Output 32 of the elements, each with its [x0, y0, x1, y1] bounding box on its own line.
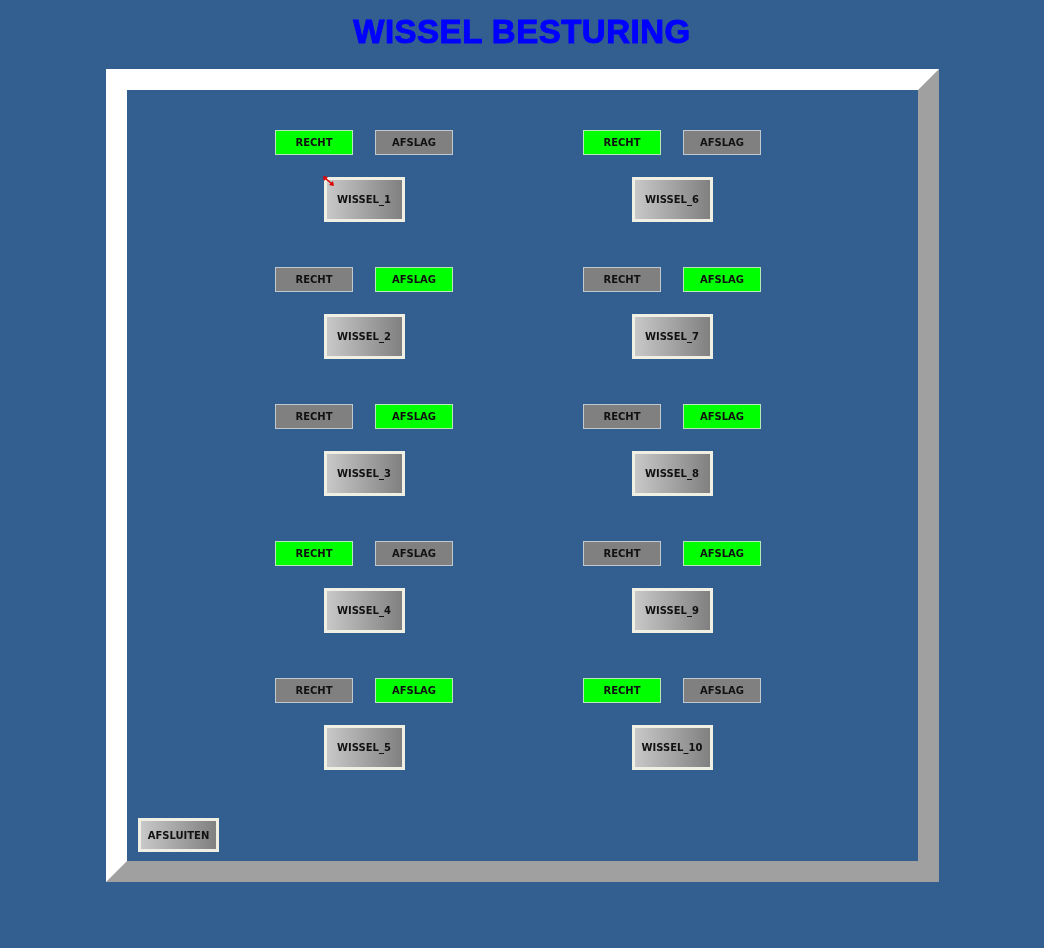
status-indicator: RECHT [275, 541, 353, 566]
status-indicator: AFSLAG [375, 130, 453, 155]
switch-button[interactable]: WISSEL_10 [631, 725, 713, 770]
status-indicator: AFSLAG [683, 130, 761, 155]
status-indicator: AFSLAG [375, 267, 453, 292]
page-title: WISSEL BESTURING [353, 12, 691, 52]
switch-button[interactable]: WISSEL_7 [631, 314, 713, 359]
status-indicator: RECHT [275, 678, 353, 703]
status-indicator: RECHT [583, 541, 661, 566]
switch-button[interactable]: WISSEL_2 [323, 314, 405, 359]
switch-button[interactable]: WISSEL_9 [631, 588, 713, 633]
status-indicator: AFSLAG [375, 541, 453, 566]
status-indicator: RECHT [275, 267, 353, 292]
switch-button[interactable]: WISSEL_6 [631, 177, 713, 222]
status-indicator: AFSLAG [683, 541, 761, 566]
switch-button[interactable]: WISSEL_8 [631, 451, 713, 496]
status-indicator: AFSLAG [683, 404, 761, 429]
switch-button[interactable]: WISSEL_3 [323, 451, 405, 496]
status-indicator: RECHT [583, 678, 661, 703]
status-indicator: RECHT [275, 404, 353, 429]
status-indicator: RECHT [583, 130, 661, 155]
status-indicator: RECHT [275, 130, 353, 155]
status-indicator: RECHT [583, 404, 661, 429]
status-indicator: AFSLAG [683, 267, 761, 292]
switch-button[interactable]: WISSEL_4 [323, 588, 405, 633]
exit-button[interactable]: AFSLUITEN [138, 818, 219, 852]
switch-button[interactable]: WISSEL_5 [323, 725, 405, 770]
status-indicator: AFSLAG [683, 678, 761, 703]
status-indicator: RECHT [583, 267, 661, 292]
status-indicator: AFSLAG [375, 678, 453, 703]
status-indicator: AFSLAG [375, 404, 453, 429]
switch-button[interactable]: WISSEL_1 [323, 177, 405, 222]
